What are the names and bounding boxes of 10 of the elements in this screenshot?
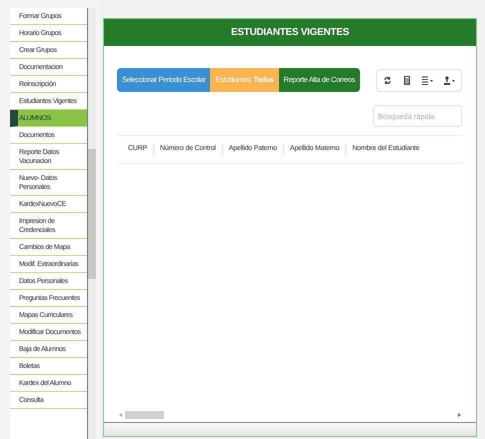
scroll-right-icon[interactable] [458, 412, 461, 416]
scrollbar[interactable] [88, 8, 96, 439]
table-icon[interactable] [404, 76, 410, 84]
scroll-left-icon[interactable] [119, 412, 122, 416]
panel-title: ESTUDIANTES VIGENTES [104, 19, 476, 46]
export-dropdown-icon[interactable] [444, 76, 456, 84]
refresh-icon[interactable] [384, 76, 390, 84]
horizontal-scrollbar-thumb[interactable] [125, 410, 164, 418]
columns-dropdown-icon[interactable] [422, 76, 434, 84]
scrollbar-thumb[interactable] [88, 149, 96, 279]
